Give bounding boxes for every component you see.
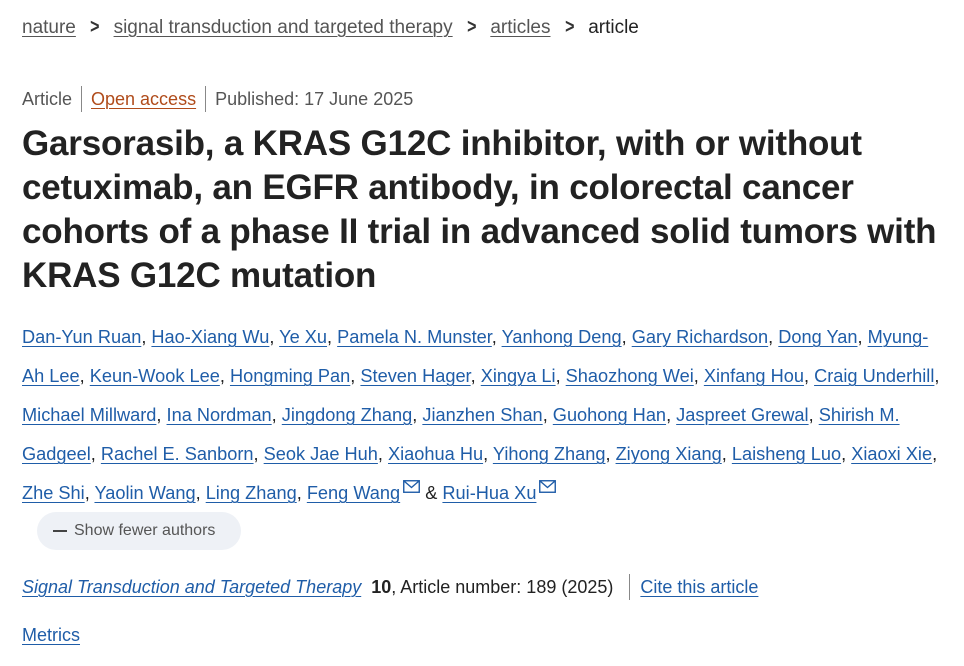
- breadcrumb-current: article: [588, 16, 639, 38]
- author-link[interactable]: Gary Richardson: [632, 327, 768, 347]
- author-link[interactable]: Jaspreet Grewal: [676, 405, 808, 425]
- author-link[interactable]: Xiaoxi Xie: [851, 444, 932, 464]
- author-link[interactable]: Yihong Zhang: [493, 444, 606, 464]
- volume-number: 10: [371, 576, 392, 597]
- mail-icon[interactable]: [403, 480, 421, 493]
- author-link[interactable]: Yanhong Deng: [502, 327, 622, 347]
- minus-icon: [53, 530, 67, 532]
- author-link[interactable]: Keun-Wook Lee: [90, 366, 220, 386]
- author-link[interactable]: Laisheng Luo: [732, 444, 841, 464]
- author-link[interactable]: Ziyong Xiang: [616, 444, 722, 464]
- author-link[interactable]: Xinfang Hou: [704, 366, 804, 386]
- author-link[interactable]: Hao-Xiang Wu: [151, 327, 269, 347]
- chevron-right-icon: >: [90, 16, 100, 38]
- author-list: Dan-Yun Ruan, Hao-Xiang Wu, Ye Xu, Pamel…: [22, 327, 940, 503]
- published-date: Published: 17 June 2025: [215, 88, 414, 109]
- cite-this-article-link[interactable]: Cite this article: [640, 577, 758, 598]
- author-link[interactable]: Jianzhen Shan: [422, 405, 542, 425]
- show-fewer-authors-button[interactable]: Show fewer authors: [37, 512, 241, 550]
- chevron-right-icon: >: [466, 16, 477, 38]
- author-link[interactable]: Hongming Pan: [230, 366, 350, 386]
- author-link[interactable]: Shaozhong Wei: [566, 366, 694, 386]
- article-type: Article: [22, 88, 73, 109]
- citation-divider: [629, 574, 631, 600]
- author-link[interactable]: Zhe Shi: [22, 483, 85, 503]
- author-link[interactable]: Ina Nordman: [167, 405, 272, 425]
- author-link[interactable]: Xiaohua Hu: [388, 444, 483, 464]
- citation-line: Signal Transduction and Targeted Therapy…: [22, 574, 758, 600]
- article-title: Garsorasib, a KRAS G12C inhibitor, with …: [22, 124, 937, 295]
- metrics-link[interactable]: Metrics: [22, 625, 80, 646]
- author-link[interactable]: Steven Hager: [360, 366, 470, 386]
- author-link[interactable]: Seok Jae Huh: [264, 444, 378, 464]
- journal-link[interactable]: Signal Transduction and Targeted Therapy: [22, 577, 361, 598]
- author-joiner: &: [425, 483, 438, 503]
- author-link[interactable]: Michael Millward: [22, 405, 156, 425]
- article-number: , Article number: 189 (2025): [391, 576, 614, 597]
- author-link[interactable]: Pamela N. Munster: [337, 327, 492, 347]
- author-link[interactable]: Dan-Yun Ruan: [22, 327, 141, 347]
- author-link[interactable]: Dong Yan: [778, 327, 857, 347]
- mail-icon[interactable]: [539, 480, 557, 493]
- article-meta: Article Open access Published: 17 June 2…: [22, 86, 413, 112]
- breadcrumb-link-journal[interactable]: signal transduction and targeted therapy: [114, 17, 453, 39]
- author-link[interactable]: Guohong Han: [553, 405, 666, 425]
- show-fewer-authors-label: Show fewer authors: [74, 522, 216, 539]
- meta-divider: [205, 86, 207, 112]
- author-link[interactable]: Xingya Li: [481, 366, 556, 386]
- author-link[interactable]: Ye Xu: [279, 327, 327, 347]
- chevron-right-icon: >: [564, 16, 575, 38]
- breadcrumb-link-nature[interactable]: nature: [22, 17, 76, 39]
- author-link[interactable]: Rui-Hua Xu: [442, 483, 536, 503]
- breadcrumb-link-articles[interactable]: articles: [490, 17, 550, 39]
- breadcrumb: nature > signal transduction and targete…: [22, 16, 639, 39]
- author-link[interactable]: Ling Zhang: [206, 483, 297, 503]
- author-link[interactable]: Rachel E. Sanborn: [101, 444, 254, 464]
- author-link[interactable]: Craig Underhill: [814, 366, 934, 386]
- author-link[interactable]: Feng Wang: [307, 483, 400, 503]
- author-link[interactable]: Jingdong Zhang: [282, 405, 412, 425]
- author-link[interactable]: Yaolin Wang: [94, 483, 195, 503]
- open-access-link[interactable]: Open access: [91, 89, 196, 110]
- meta-divider: [81, 86, 83, 112]
